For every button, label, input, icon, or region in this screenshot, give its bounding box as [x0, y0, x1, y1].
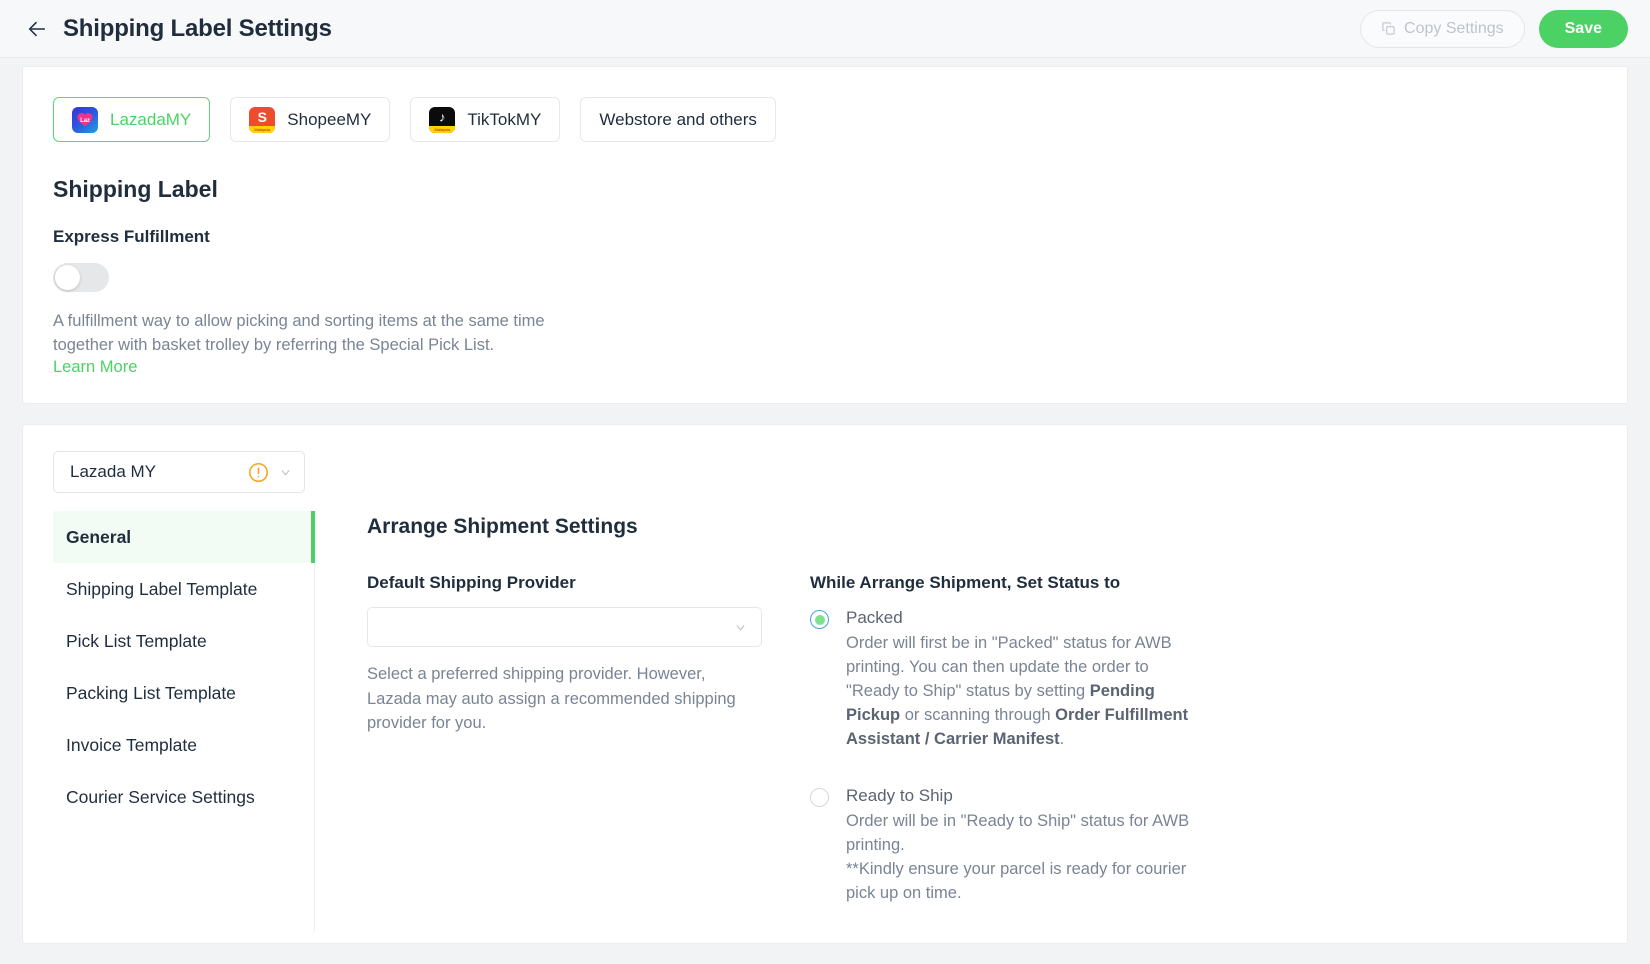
save-button[interactable]: Save [1538, 9, 1628, 48]
sidebar-item-pick-list-template[interactable]: Pick List Template [53, 615, 315, 667]
status-group: While Arrange Shipment, Set Status to Pa… [810, 573, 1200, 905]
default-shipping-provider-help: Select a preferred shipping provider. Ho… [367, 665, 736, 732]
sidebar-item-packing-list-template[interactable]: Packing List Template [53, 667, 315, 719]
settings-side-nav: General Shipping Label Template Pick Lis… [23, 511, 315, 931]
status-option-ready-to-ship[interactable]: Ready to Ship Order will be in "Ready to… [810, 785, 1200, 905]
status-option-title: Packed [846, 608, 903, 627]
shopee-bag-glyph: S [257, 109, 267, 126]
arrange-shipment-heading: Arrange Shipment Settings [367, 515, 638, 538]
header-actions: Copy Settings Save [1360, 9, 1628, 48]
marketplace-tab-label: TikTokMY [467, 109, 542, 129]
learn-more-link[interactable]: Learn More [53, 358, 137, 377]
back-button[interactable] [22, 14, 52, 44]
sidebar-item-label: General [66, 526, 132, 547]
status-option-packed-body: Packed Order will first be in "Packed" s… [846, 607, 1200, 751]
copy-settings-label: Copy Settings [1404, 19, 1504, 37]
sidebar-item-label: Shipping Label Template [66, 578, 258, 599]
shopee-region-badge: Malaysia [249, 125, 276, 133]
marketplace-tab-label: Webstore and others [599, 109, 757, 129]
express-fulfillment-label: Express Fulfillment [53, 227, 210, 246]
app-root: Shipping Label Settings Copy Settings Sa… [0, 0, 1650, 964]
marketplace-tab-label: LazadaMY [110, 109, 192, 129]
page-title: Shipping Label Settings [63, 14, 332, 42]
radio-packed[interactable] [810, 610, 829, 629]
shopee-icon: S Malaysia [249, 106, 276, 133]
sidebar-item-invoice-template[interactable]: Invoice Template [53, 719, 315, 771]
marketplace-tabs: Laz LazadaMY S Malaysia ShopeeMY ♪ Malay… [53, 97, 1597, 142]
status-option-packed[interactable]: Packed Order will first be in "Packed" s… [810, 607, 1200, 751]
status-option-description: Order will be in "Ready to Ship" status … [846, 812, 1190, 902]
tiktok-icon: ♪ Malaysia [429, 106, 456, 133]
chevron-down-icon [736, 624, 745, 630]
sidebar-item-shipping-label-template[interactable]: Shipping Label Template [53, 563, 315, 615]
express-fulfillment-toggle[interactable] [53, 263, 109, 292]
save-label: Save [1564, 19, 1602, 37]
radio-ready-to-ship[interactable] [810, 788, 829, 807]
default-shipping-provider-label: Default Shipping Provider [367, 573, 576, 592]
tiktok-region-badge: Malaysia [429, 125, 456, 133]
page-header: Shipping Label Settings Copy Settings Sa… [0, 0, 1650, 58]
lazada-icon-wordmark: Laz [80, 117, 90, 124]
sidebar-item-courier-service-settings[interactable]: Courier Service Settings [53, 771, 315, 823]
settings-body: General Shipping Label Template Pick Lis… [23, 511, 1627, 931]
settings-content: Arrange Shipment Settings Default Shippi… [315, 511, 1627, 931]
tiktok-note-glyph: ♪ [439, 109, 446, 125]
shipping-label-card: Laz LazadaMY S Malaysia ShopeeMY ♪ Malay… [22, 66, 1628, 404]
status-option-title: Ready to Ship [846, 786, 953, 805]
express-fulfillment-description: A fulfillment way to allow picking and s… [53, 312, 545, 354]
marketplace-tab-lazada[interactable]: Laz LazadaMY [53, 97, 211, 142]
sidebar-item-label: Courier Service Settings [66, 786, 255, 807]
arrow-left-icon [28, 21, 46, 36]
default-shipping-provider-group: Default Shipping Provider Select a prefe… [367, 573, 762, 905]
copy-icon [1382, 22, 1395, 35]
marketplace-tab-shopee[interactable]: S Malaysia ShopeeMY [230, 97, 391, 142]
shipping-label-heading: Shipping Label [53, 176, 218, 202]
lazada-icon: Laz [72, 106, 98, 133]
status-option-ready-to-ship-body: Ready to Ship Order will be in "Ready to… [846, 785, 1200, 905]
sidebar-item-label: Invoice Template [66, 734, 198, 755]
sidebar-item-label: Pick List Template [66, 630, 207, 651]
copy-settings-button[interactable]: Copy Settings [1360, 9, 1525, 48]
default-shipping-provider-select[interactable] [367, 607, 762, 647]
marketplace-tab-label: ShopeeMY [287, 109, 372, 129]
marketplace-tab-tiktok[interactable]: ♪ Malaysia TikTokMY [410, 97, 561, 142]
arrange-shipment-columns: Default Shipping Provider Select a prefe… [367, 573, 1587, 905]
store-settings-card: Lazada MY General Shipping Label Templat… [22, 424, 1628, 944]
chevron-down-icon [281, 469, 290, 475]
toggle-knob [55, 265, 80, 290]
warning-circle-icon [248, 462, 269, 482]
status-group-label: While Arrange Shipment, Set Status to [810, 573, 1121, 592]
status-option-description: Order will first be in "Packed" status f… [846, 634, 1189, 748]
sidebar-item-label: Packing List Template [66, 682, 236, 703]
sidebar-item-general[interactable]: General [53, 511, 315, 563]
store-selector[interactable]: Lazada MY [53, 451, 305, 493]
marketplace-tab-webstore[interactable]: Webstore and others [580, 97, 776, 142]
store-selector-value: Lazada MY [70, 462, 156, 481]
